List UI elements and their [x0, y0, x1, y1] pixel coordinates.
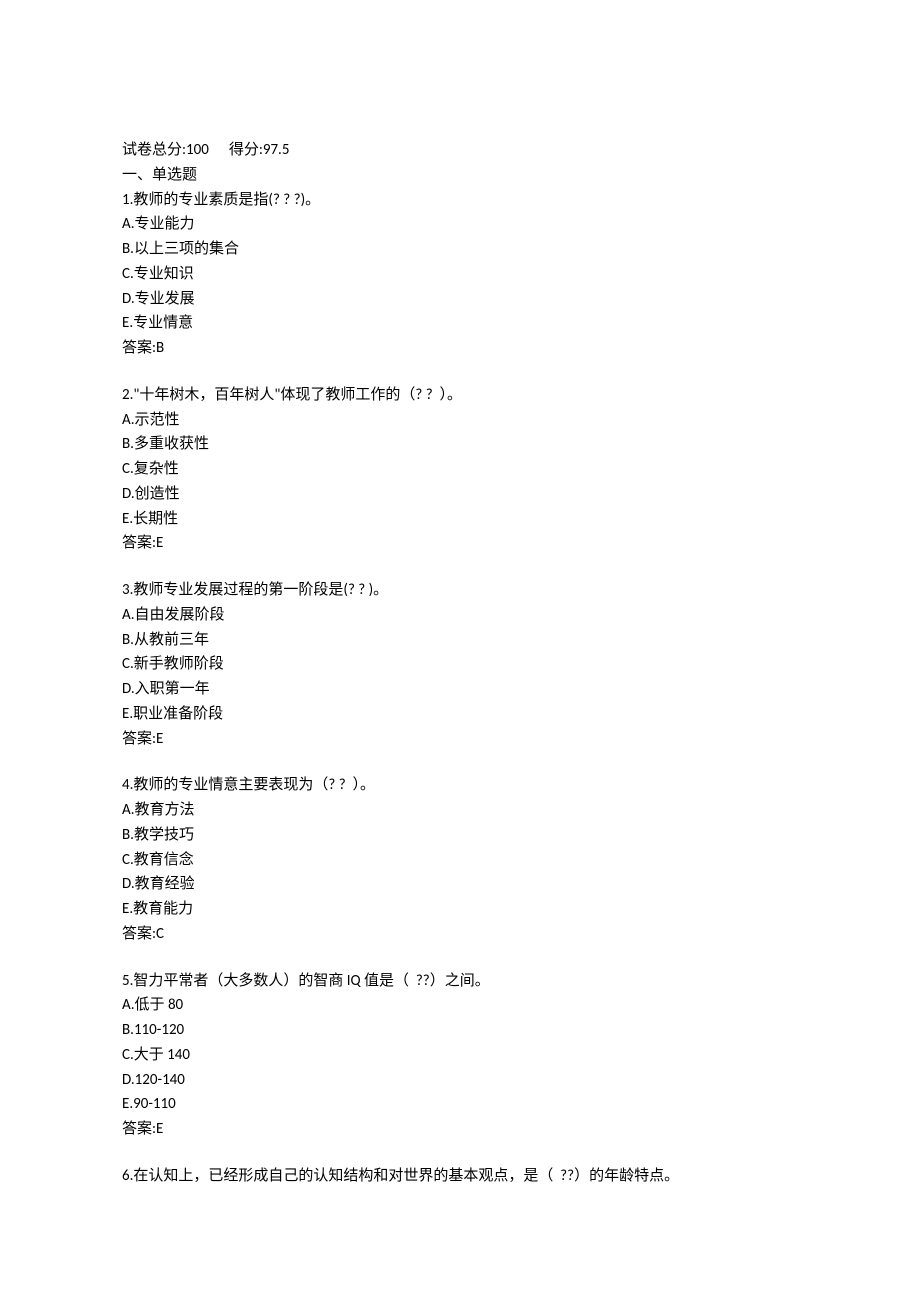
option: E.90-110 — [122, 1092, 798, 1117]
option: E.专业情意 — [122, 311, 798, 336]
score-label: 得分: — [229, 141, 263, 159]
score-value: 97.5 — [263, 141, 290, 159]
option: D.入职第一年 — [122, 677, 798, 702]
option: E.长期性 — [122, 507, 798, 532]
question-block: 3.教师专业发展过程的第一阶段是(? ? )。 A.自由发展阶段 B.从教前三年… — [122, 578, 798, 751]
header-block: 试卷总分:100 得分:97.5 一、单选题 1.教师的专业素质是指(? ? ?)… — [122, 138, 798, 361]
option: C.复杂性 — [122, 457, 798, 482]
section-title: 一、单选题 — [122, 163, 798, 188]
total-label: 试卷总分: — [122, 141, 186, 159]
question-stem: 5.智力平常者（大多数人）的智商 IQ 值是（ ??）之间。 — [122, 969, 798, 994]
question-block: 5.智力平常者（大多数人）的智商 IQ 值是（ ??）之间。 A.低于 80 B… — [122, 969, 798, 1142]
option: C.大于 140 — [122, 1043, 798, 1068]
option: D.教育经验 — [122, 872, 798, 897]
question-stem: 6.在认知上，已经形成自己的认知结构和对世界的基本观点，是（ ??）的年龄特点。 — [122, 1164, 798, 1189]
answer: 答案:C — [122, 922, 798, 947]
question-block: 6.在认知上，已经形成自己的认知结构和对世界的基本观点，是（ ??）的年龄特点。 — [122, 1164, 798, 1189]
total-value: 100 — [186, 141, 209, 159]
option: E.职业准备阶段 — [122, 702, 798, 727]
option: A.自由发展阶段 — [122, 603, 798, 628]
question-stem: 2."十年树木，百年树人"体现了教师工作的（? ? ）。 — [122, 383, 798, 408]
answer: 答案:E — [122, 531, 798, 556]
question-block: 4.教师的专业情意主要表现为（? ? ）。 A.教育方法 B.教学技巧 C.教育… — [122, 773, 798, 946]
option: D.创造性 — [122, 482, 798, 507]
option: A.专业能力 — [122, 212, 798, 237]
exam-document: 试卷总分:100 得分:97.5 一、单选题 1.教师的专业素质是指(? ? ?)… — [0, 0, 920, 1302]
option: B.以上三项的集合 — [122, 237, 798, 262]
option: A.低于 80 — [122, 993, 798, 1018]
question-stem: 3.教师专业发展过程的第一阶段是(? ? )。 — [122, 578, 798, 603]
option: D.120-140 — [122, 1068, 798, 1093]
question-block: 2."十年树木，百年树人"体现了教师工作的（? ? ）。 A.示范性 B.多重收… — [122, 383, 798, 556]
answer: 答案:E — [122, 727, 798, 752]
answer: 答案:E — [122, 1117, 798, 1142]
option: D.专业发展 — [122, 287, 798, 312]
answer: 答案:B — [122, 336, 798, 361]
option: E.教育能力 — [122, 897, 798, 922]
option: A.教育方法 — [122, 798, 798, 823]
option: B.教学技巧 — [122, 823, 798, 848]
option: B.多重收获性 — [122, 432, 798, 457]
option: A.示范性 — [122, 408, 798, 433]
question-stem: 4.教师的专业情意主要表现为（? ? ）。 — [122, 773, 798, 798]
option: C.教育信念 — [122, 848, 798, 873]
option: B.110-120 — [122, 1018, 798, 1043]
option: C.专业知识 — [122, 262, 798, 287]
option: B.从教前三年 — [122, 628, 798, 653]
question-stem: 1.教师的专业素质是指(? ? ?)。 — [122, 188, 798, 213]
score-line: 试卷总分:100 得分:97.5 — [122, 138, 798, 163]
option: C.新手教师阶段 — [122, 652, 798, 677]
